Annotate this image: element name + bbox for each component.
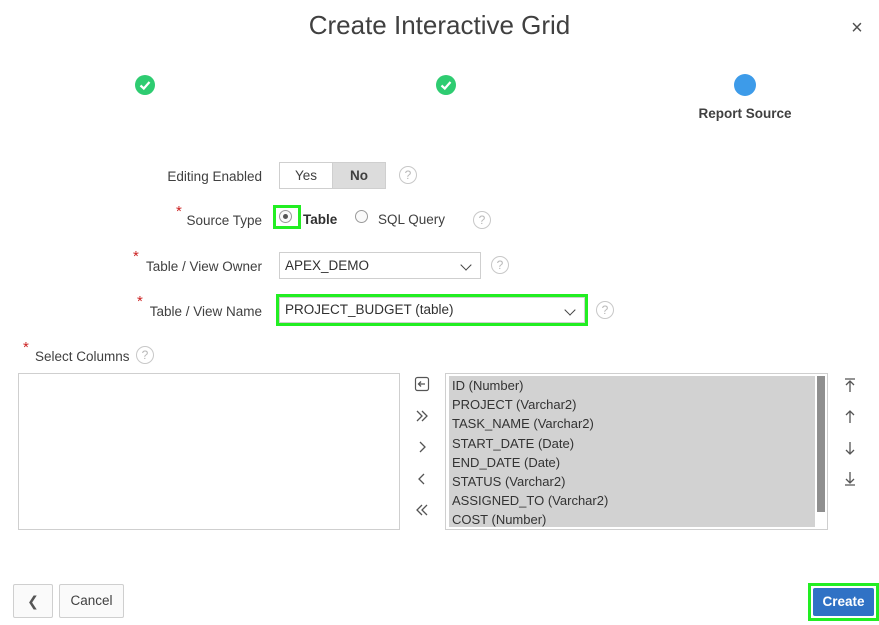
- table-name-select[interactable]: PROJECT_BUDGET (table): [279, 297, 585, 323]
- move-down-icon[interactable]: [840, 439, 860, 461]
- move-right-icon[interactable]: [412, 438, 432, 460]
- source-table-label[interactable]: Table: [303, 212, 337, 227]
- list-item[interactable]: END_DATE (Date): [449, 453, 815, 472]
- move-all-right-icon[interactable]: [412, 407, 432, 429]
- chevron-down-icon: [564, 304, 576, 316]
- owner-select[interactable]: APEX_DEMO: [279, 252, 481, 279]
- move-left-icon[interactable]: [412, 470, 432, 492]
- editing-yes-option[interactable]: Yes: [280, 163, 332, 188]
- list-item[interactable]: PROJECT (Varchar2): [449, 395, 815, 414]
- editing-enabled-toggle[interactable]: Yes No: [279, 162, 386, 189]
- dialog-title: Create Interactive Grid: [308, 10, 571, 40]
- source-type-label: Source Type: [186, 213, 262, 228]
- source-sql-query-radio[interactable]: [355, 210, 368, 223]
- select-columns-help-icon[interactable]: ?: [136, 346, 154, 364]
- current-step-label: Report Source: [698, 106, 792, 121]
- move-all-left-icon[interactable]: [412, 501, 432, 523]
- step-2-complete-icon: [436, 75, 456, 95]
- close-icon[interactable]: ×: [845, 16, 869, 40]
- editing-enabled-help-icon[interactable]: ?: [399, 166, 417, 184]
- editing-enabled-label: Editing Enabled: [167, 169, 262, 184]
- cancel-button[interactable]: Cancel: [59, 584, 124, 618]
- table-name-value: PROJECT_BUDGET (table): [285, 302, 454, 317]
- owner-label: Table / View Owner: [145, 259, 262, 274]
- create-highlight: Create: [808, 583, 879, 621]
- list-item[interactable]: TASK_NAME (Varchar2): [449, 414, 815, 433]
- source-sql-query-label[interactable]: SQL Query: [378, 212, 445, 227]
- source-table-radio[interactable]: [279, 210, 292, 223]
- selected-columns-list[interactable]: ID (Number) PROJECT (Varchar2) TASK_NAME…: [445, 373, 828, 530]
- available-columns-list[interactable]: [18, 373, 400, 530]
- source-type-help-icon[interactable]: ?: [473, 211, 491, 229]
- owner-value: APEX_DEMO: [285, 258, 370, 273]
- chevron-left-icon: ❮: [27, 593, 39, 609]
- step-3-current-icon: [734, 74, 756, 96]
- move-bottom-icon[interactable]: [840, 470, 860, 492]
- chevron-down-icon: [460, 259, 472, 271]
- list-item[interactable]: STATUS (Varchar2): [449, 472, 815, 491]
- move-top-icon[interactable]: [840, 376, 860, 398]
- list-scrollbar[interactable]: [817, 376, 825, 512]
- list-item[interactable]: ID (Number): [449, 376, 815, 395]
- select-columns-required-marker: *: [23, 339, 29, 356]
- editing-no-option[interactable]: No: [332, 163, 385, 188]
- selected-columns-items: ID (Number) PROJECT (Varchar2) TASK_NAME…: [449, 376, 815, 527]
- step-1-complete-icon: [135, 75, 155, 95]
- select-columns-label: Select Columns: [35, 349, 130, 364]
- back-button[interactable]: ❮: [13, 584, 53, 618]
- create-button[interactable]: Create: [813, 588, 874, 616]
- reset-icon[interactable]: [412, 375, 432, 397]
- table-name-help-icon[interactable]: ?: [596, 301, 614, 319]
- table-name-label: Table / View Name: [149, 304, 262, 319]
- list-item[interactable]: ASSIGNED_TO (Varchar2): [449, 491, 815, 510]
- list-item[interactable]: START_DATE (Date): [449, 434, 815, 453]
- list-item[interactable]: COST (Number): [449, 510, 815, 529]
- move-up-icon[interactable]: [840, 408, 860, 430]
- owner-help-icon[interactable]: ?: [491, 256, 509, 274]
